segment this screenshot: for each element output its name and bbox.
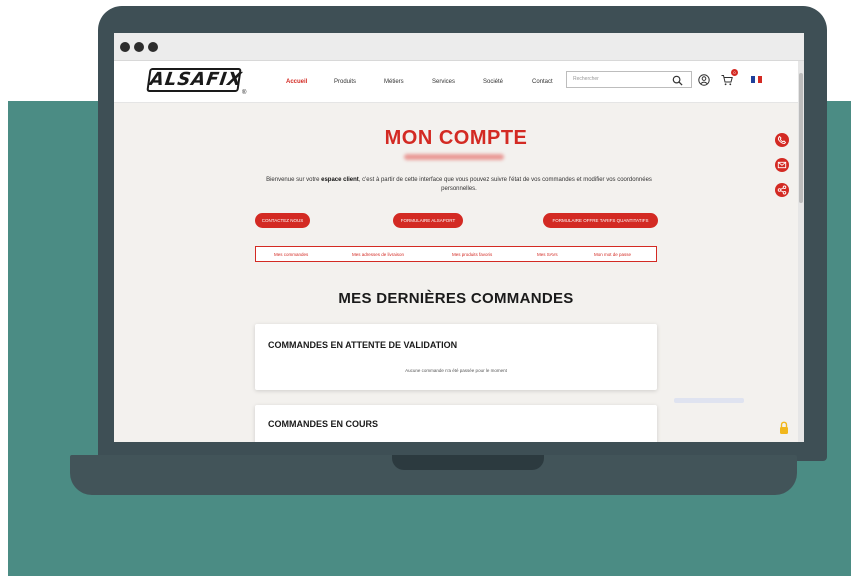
card-title: COMMANDES EN COURS	[268, 419, 379, 429]
tab-mes-commandes[interactable]: Mes commandes	[274, 252, 308, 257]
nav-services[interactable]: Services	[432, 79, 455, 85]
alsafix-logo[interactable]: ALSAFIX ®	[146, 68, 248, 98]
share-icon[interactable]	[775, 183, 789, 197]
alsaport-form-button[interactable]: FORMULAIRE ALSAPORT	[393, 213, 463, 228]
nav-produits[interactable]: Produits	[334, 79, 356, 85]
tab-adresses-livraison[interactable]: Mes adresses de livraison	[352, 252, 404, 257]
search-icon[interactable]	[672, 73, 683, 91]
card-title: COMMANDES EN ATTENTE DE VALIDATION	[268, 340, 458, 350]
mail-icon[interactable]	[775, 158, 789, 172]
quantity-pricing-form-button[interactable]: FORMULAIRE OFFRE TARIFS QUANTITATIFS	[543, 213, 658, 228]
phone-icon[interactable]	[775, 133, 789, 147]
current-orders-card: COMMANDES EN COURS	[255, 405, 657, 442]
nav-metiers[interactable]: Métiers	[384, 79, 404, 85]
logo-text: ALSAFIX	[146, 68, 244, 92]
window-dot-icon[interactable]	[148, 42, 158, 52]
nav-societe[interactable]: Société	[483, 79, 503, 85]
cart-icon[interactable]	[721, 73, 733, 91]
pending-orders-card: COMMANDES EN ATTENTE DE VALIDATION Aucun…	[255, 324, 657, 390]
window-dot-icon[interactable]	[134, 42, 144, 52]
page-title: MON COMPTE	[384, 127, 528, 149]
nav-contact[interactable]: Contact	[532, 79, 553, 85]
laptop-notch	[392, 455, 544, 470]
intro-text-end: , c'est à partir de cette interface que …	[358, 177, 652, 192]
intro-text-bold: espace client	[321, 177, 359, 183]
blurred-customer-id	[404, 154, 504, 160]
registered-mark: ®	[242, 90, 247, 96]
tab-mot-de-passe[interactable]: Mon mot de passe	[594, 252, 631, 257]
contact-us-button[interactable]: CONTACTEZ NOUS	[255, 213, 310, 228]
lock-icon[interactable]	[779, 421, 789, 440]
scrollbar-thumb[interactable]	[799, 73, 803, 203]
france-flag-icon[interactable]	[751, 76, 763, 83]
site-header: ALSAFIX ® Accueil Produits Métiers Servi…	[114, 61, 798, 103]
browser-title-bar	[114, 33, 804, 61]
account-tabs: Mes commandes Mes adresses de livraison …	[255, 246, 657, 262]
user-icon[interactable]	[698, 73, 710, 91]
window-dot-icon[interactable]	[120, 42, 130, 52]
tab-mes-savs[interactable]: Mes SAVs	[537, 252, 558, 257]
tab-produits-favoris[interactable]: Mes produits favoris	[452, 252, 492, 257]
cart-count-badge: 0	[731, 69, 738, 76]
card-empty-note: Aucune commande n'a été passée pour le m…	[405, 368, 507, 373]
intro-text-start: Bienvenue sur votre	[266, 177, 322, 183]
intro-text: Bienvenue sur votre espace client, c'est…	[254, 176, 664, 194]
search-placeholder: Rechercher	[573, 76, 599, 82]
section-title: MES DERNIÈRES COMMANDES	[338, 290, 574, 307]
laptop-screen: ALSAFIX ® Accueil Produits Métiers Servi…	[114, 33, 804, 442]
nav-accueil[interactable]: Accueil	[286, 79, 307, 85]
faint-label	[674, 398, 744, 403]
